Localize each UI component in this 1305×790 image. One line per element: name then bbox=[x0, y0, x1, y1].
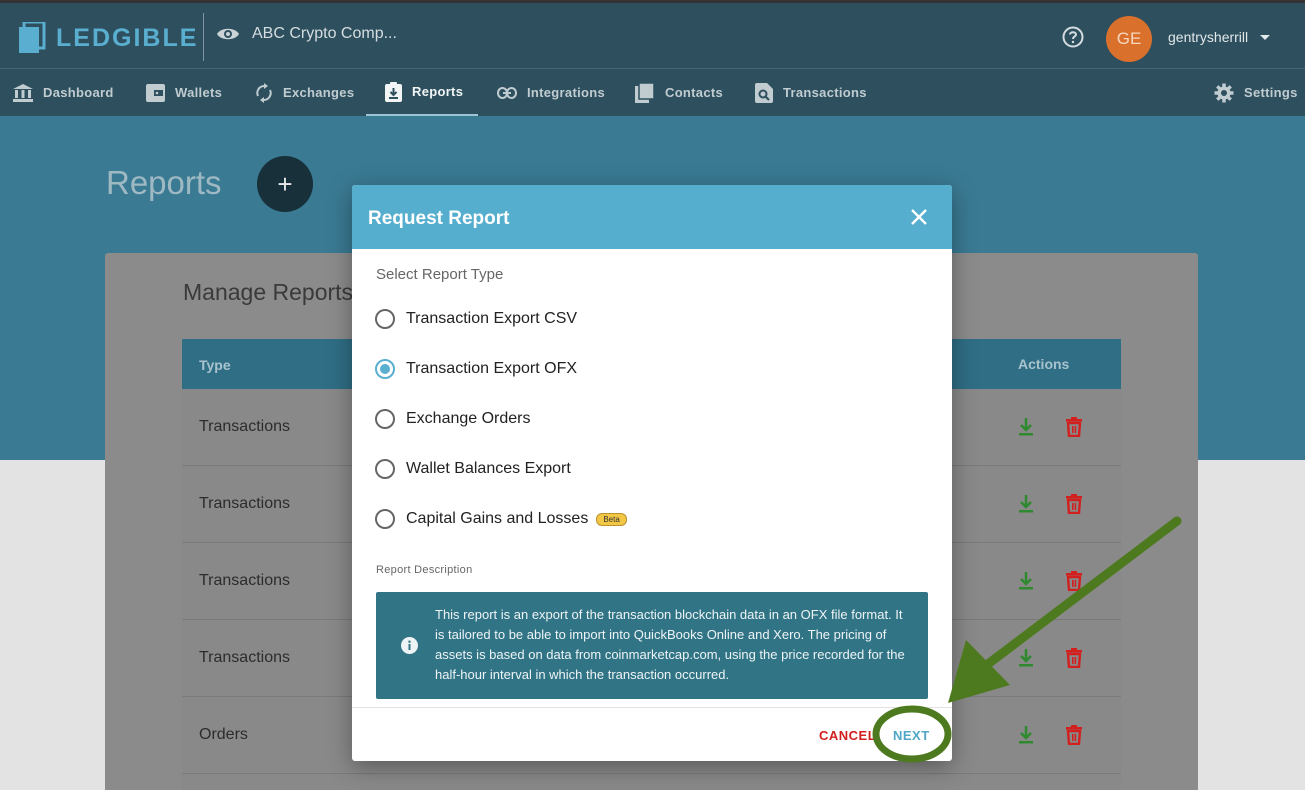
nav-label: Dashboard bbox=[43, 85, 114, 100]
radio-button[interactable] bbox=[375, 509, 395, 529]
cancel-button[interactable]: CANCEL bbox=[819, 728, 876, 743]
delete-button[interactable] bbox=[1066, 571, 1082, 596]
main-nav: Dashboard Wallets Exchanges Reports Inte… bbox=[0, 68, 1305, 116]
nav-label: Transactions bbox=[783, 85, 867, 100]
option-label: Wallet Balances Export bbox=[406, 460, 571, 477]
nav-item-settings[interactable]: Settings bbox=[1214, 69, 1298, 116]
user-menu[interactable]: gentrysherrill bbox=[1168, 29, 1271, 45]
download-button[interactable] bbox=[1018, 494, 1034, 519]
company-name: ABC Crypto Comp... bbox=[252, 25, 397, 42]
link-icon bbox=[497, 86, 517, 99]
cell-type: Orders bbox=[199, 726, 248, 743]
contacts-icon bbox=[635, 82, 655, 103]
dialog-title: Request Report bbox=[368, 208, 510, 229]
nav-label: Integrations bbox=[527, 85, 605, 100]
option-transaction-export-ofx[interactable]: Transaction Export OFX bbox=[375, 359, 577, 379]
ledgible-logo-icon bbox=[19, 22, 46, 53]
nav-item-reports[interactable]: Reports bbox=[366, 69, 478, 116]
nav-label: Exchanges bbox=[283, 85, 355, 100]
cell-type: Transactions bbox=[199, 572, 290, 589]
beta-badge: Beta bbox=[596, 512, 627, 526]
description-label: Report Description bbox=[376, 564, 473, 576]
sync-icon bbox=[256, 82, 272, 103]
nav-label: Wallets bbox=[175, 85, 223, 100]
dialog-footer: CANCEL NEXT bbox=[352, 707, 952, 761]
radio-button-selected[interactable] bbox=[375, 359, 395, 379]
username: gentrysherrill bbox=[1168, 29, 1249, 45]
trash-icon bbox=[1066, 494, 1082, 515]
option-label: Capital Gains and Losses bbox=[406, 510, 589, 527]
option-transaction-export-csv[interactable]: Transaction Export CSV bbox=[375, 309, 577, 329]
report-icon bbox=[385, 81, 402, 102]
download-icon bbox=[1019, 726, 1033, 744]
wallet-icon bbox=[146, 83, 165, 102]
delete-button[interactable] bbox=[1066, 725, 1082, 750]
download-button[interactable] bbox=[1018, 571, 1034, 596]
radio-button[interactable] bbox=[375, 409, 395, 429]
nav-item-wallets[interactable]: Wallets bbox=[146, 69, 222, 116]
trash-icon bbox=[1066, 648, 1082, 669]
delete-button[interactable] bbox=[1066, 494, 1082, 519]
option-capital-gains-and-losses[interactable]: Capital Gains and Losses Beta bbox=[375, 509, 627, 529]
delete-button[interactable] bbox=[1066, 648, 1082, 673]
trash-icon bbox=[1066, 725, 1082, 746]
description-box: This report is an export of the transact… bbox=[376, 592, 928, 699]
report-type-label: Select Report Type bbox=[376, 266, 504, 283]
trash-icon bbox=[1066, 417, 1082, 438]
bank-icon bbox=[13, 83, 33, 102]
close-button[interactable] bbox=[910, 208, 928, 231]
next-button[interactable]: NEXT bbox=[893, 728, 930, 743]
nav-label: Contacts bbox=[665, 85, 724, 100]
request-report-dialog: Request Report Select Report Type Transa… bbox=[352, 185, 952, 761]
option-label: Transaction Export OFX bbox=[406, 360, 578, 377]
nav-label: Settings bbox=[1244, 85, 1298, 100]
option-label: Exchange Orders bbox=[406, 410, 531, 427]
add-report-button[interactable]: + bbox=[257, 156, 313, 212]
avatar[interactable]: GE bbox=[1106, 16, 1152, 62]
description-text: This report is an export of the transact… bbox=[435, 607, 905, 682]
card-title: Manage Reports bbox=[183, 279, 354, 305]
nav-item-transactions[interactable]: Transactions bbox=[755, 69, 867, 116]
top-bar: LEDGIBLE ABC Crypto Comp... GE gentryshe… bbox=[0, 0, 1305, 68]
download-icon bbox=[1019, 495, 1033, 513]
nav-item-dashboard[interactable]: Dashboard bbox=[13, 69, 114, 116]
info-icon bbox=[401, 637, 418, 654]
download-icon bbox=[1019, 649, 1033, 667]
download-icon bbox=[1019, 418, 1033, 436]
nav-item-integrations[interactable]: Integrations bbox=[497, 69, 605, 116]
download-button[interactable] bbox=[1018, 725, 1034, 750]
radio-button[interactable] bbox=[375, 459, 395, 479]
company-selector[interactable]: ABC Crypto Comp... bbox=[216, 25, 397, 43]
radio-button[interactable] bbox=[375, 309, 395, 329]
transactions-icon bbox=[755, 82, 773, 103]
logo[interactable]: LEDGIBLE bbox=[18, 22, 198, 54]
nav-label: Reports bbox=[412, 84, 464, 99]
dialog-header: Request Report bbox=[352, 185, 952, 249]
column-header-type: Type bbox=[199, 357, 231, 373]
trash-icon bbox=[1066, 571, 1082, 592]
option-exchange-orders[interactable]: Exchange Orders bbox=[375, 409, 531, 429]
cell-type: Transactions bbox=[199, 649, 290, 666]
header-divider bbox=[203, 13, 204, 61]
download-icon bbox=[1019, 572, 1033, 590]
cell-type: Transactions bbox=[199, 495, 290, 512]
column-header-actions: Actions bbox=[1018, 356, 1070, 372]
download-button[interactable] bbox=[1018, 417, 1034, 442]
close-icon bbox=[911, 209, 927, 225]
nav-item-contacts[interactable]: Contacts bbox=[635, 69, 723, 116]
gear-icon bbox=[1214, 83, 1234, 102]
nav-item-exchanges[interactable]: Exchanges bbox=[255, 69, 354, 116]
eye-icon bbox=[217, 28, 239, 40]
chevron-down-icon bbox=[1260, 34, 1271, 40]
help-icon bbox=[1062, 26, 1084, 48]
option-wallet-balances-export[interactable]: Wallet Balances Export bbox=[375, 459, 571, 479]
page-title: Reports bbox=[106, 164, 222, 201]
cell-type: Transactions bbox=[199, 418, 290, 435]
help-button[interactable] bbox=[1062, 26, 1084, 53]
option-label: Transaction Export CSV bbox=[406, 310, 578, 327]
logo-text: LEDGIBLE bbox=[56, 23, 199, 52]
download-button[interactable] bbox=[1018, 648, 1034, 673]
delete-button[interactable] bbox=[1066, 417, 1082, 442]
